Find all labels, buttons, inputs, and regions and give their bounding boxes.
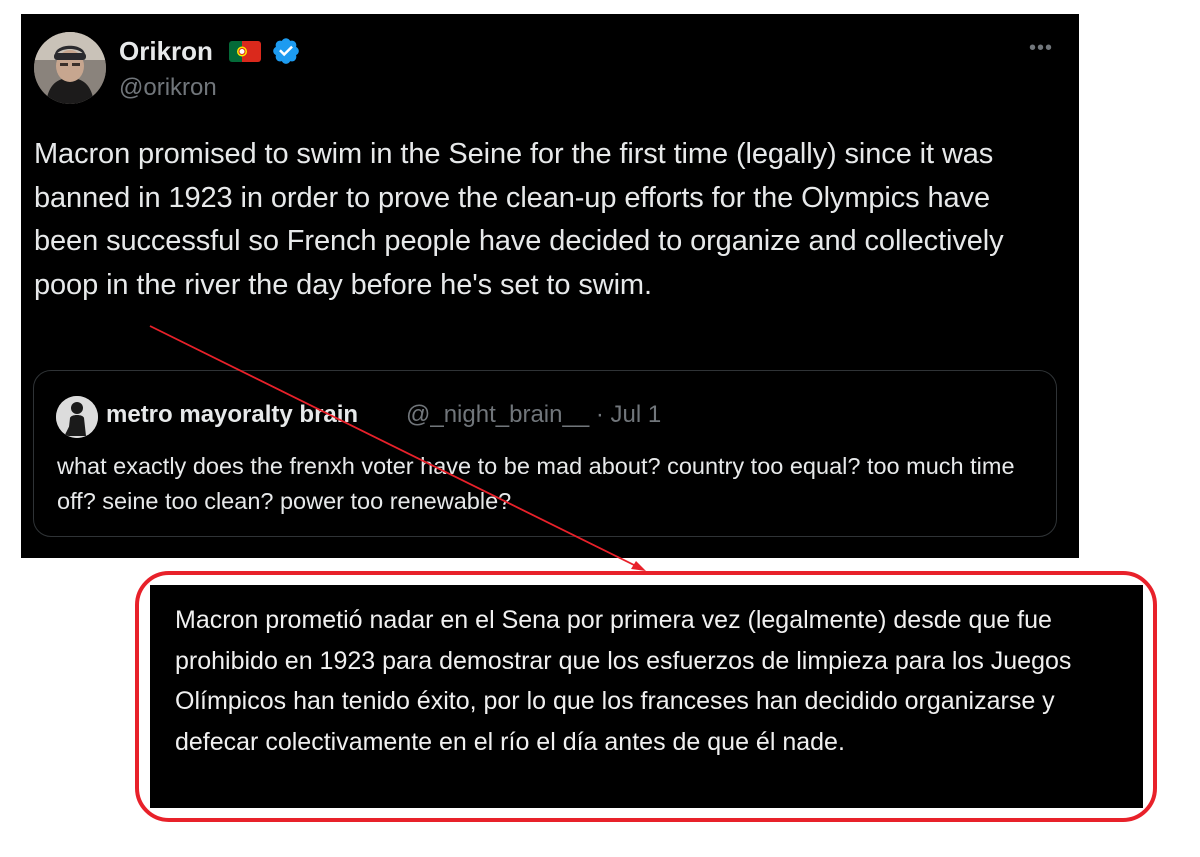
quoted-date[interactable]: Jul 1: [611, 401, 662, 428]
tweet-text: Macron promised to swim in the Seine for…: [34, 138, 1004, 301]
tweet-card[interactable]: Orikron @orikron ••• Macron promised to …: [21, 14, 1079, 558]
quoted-separator: ·: [595, 401, 604, 428]
translation-box: Macron prometió nadar en el Sena por pri…: [150, 585, 1143, 808]
user-handle[interactable]: @orikron: [119, 74, 217, 102]
quoted-meta: @_night_brain__ · Jul 1: [406, 401, 661, 429]
quoted-display-name[interactable]: metro mayoralty brain: [106, 401, 358, 429]
translation-text: Macron prometió nadar en el Sena por pri…: [175, 606, 1072, 756]
portugal-flag-icon: [229, 41, 261, 62]
more-options-icon[interactable]: •••: [1029, 38, 1059, 58]
avatar[interactable]: [34, 32, 106, 104]
quoted-tweet[interactable]: metro mayoralty brain @_night_brain__ · …: [33, 370, 1057, 537]
screenshot-canvas: Orikron @orikron ••• Macron promised to …: [0, 0, 1200, 857]
display-name[interactable]: Orikron: [119, 36, 213, 66]
verified-badge-icon[interactable]: [271, 36, 301, 66]
quoted-avatar[interactable]: [56, 396, 98, 438]
quoted-handle[interactable]: @_night_brain__: [406, 401, 589, 428]
quoted-tweet-text: what exactly does the frenxh voter have …: [57, 453, 1015, 514]
